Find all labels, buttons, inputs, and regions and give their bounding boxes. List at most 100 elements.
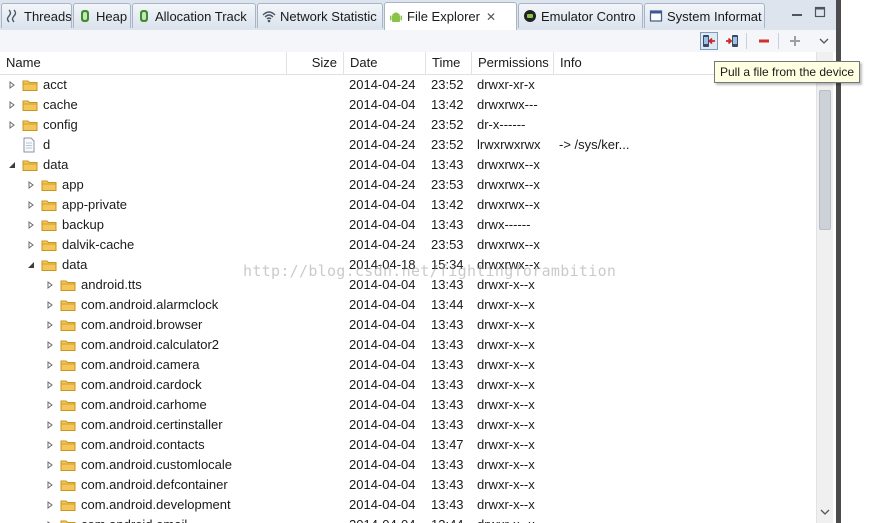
folder-row[interactable]: cache 2014-04-04 13:42 drwxrwx--- [0,95,816,115]
file-row[interactable]: d 2014-04-24 23:52 lrwxrwxrwx -> /sys/ker... [0,135,816,155]
folder-row[interactable]: app-private 2014-04-04 13:42 drwxrwx--x [0,195,816,215]
row-date: 2014-04-24 [349,177,416,192]
toolbar-separator [746,33,747,49]
new-folder-button[interactable] [786,32,804,50]
tab-file-explorer[interactable]: File Explorer ✕ [384,2,517,30]
collapsed-arrow-icon[interactable] [46,355,54,375]
tab-emulator-contro[interactable]: Emulator Contro [518,3,643,28]
push-file-icon [726,35,738,47]
collapsed-arrow-icon[interactable] [27,215,35,235]
folder-row[interactable]: com.android.development 2014-04-04 13:43 dr… [0,495,816,515]
tab-system-informat[interactable]: System Informat [644,3,765,28]
row-name: com.android.carhome [81,397,207,412]
view-menu-button[interactable] [815,32,833,50]
tab-label: System Informat [667,8,762,24]
row-permissions: drwxrwx--- [477,97,538,112]
maximize-icon[interactable] [814,6,826,18]
folder-row[interactable]: com.android.cardock 2014-04-04 13:43 drwxr-… [0,375,816,395]
tab-allocation-track[interactable]: Allocation Track [132,3,256,28]
folder-row[interactable]: com.android.email 2014-04-04 13:44 drwxr-x-… [0,515,816,523]
folder-row[interactable]: com.android.calculator2 2014-04-04 13:43 dr… [0,335,816,355]
folder-row[interactable]: data 2014-04-18 15:34 drwxrwx--x [0,255,816,275]
folder-row[interactable]: com.android.customlocale 2014-04-04 13:43 d… [0,455,816,475]
row-name: com.android.alarmclock [81,297,219,312]
folder-row[interactable]: com.android.contacts 2014-04-04 13:47 drwxr… [0,435,816,455]
close-icon[interactable]: ✕ [486,10,496,24]
row-permissions: drwxrwx--x [477,237,540,252]
row-permissions: drwxr-x--x [477,417,535,432]
column-header-time[interactable]: Time [426,52,472,74]
tab-heap[interactable]: Heap [73,3,131,28]
folder-row[interactable]: com.android.camera 2014-04-04 13:43 drwxr-x… [0,355,816,375]
minimize-icon[interactable] [791,6,803,18]
collapsed-arrow-icon[interactable] [46,455,54,475]
tab-label: Emulator Contro [541,8,636,24]
folder-row[interactable]: com.android.browser 2014-04-04 13:43 drwxr-… [0,315,816,335]
column-header-size[interactable]: Size [287,52,344,74]
collapsed-arrow-icon[interactable] [46,295,54,315]
folder-row[interactable]: com.android.alarmclock 2014-04-04 13:44 drw… [0,295,816,315]
collapsed-arrow-icon[interactable] [27,235,35,255]
scroll-down-icon[interactable] [820,507,830,517]
row-name: backup [62,217,104,232]
folder-row[interactable]: com.android.carhome 2014-04-04 13:43 drwxr-… [0,395,816,415]
row-time: 23:53 [431,237,464,252]
tab-label: Heap [96,8,128,24]
collapsed-arrow-icon[interactable] [46,475,54,495]
column-header-permissions[interactable]: Permissions [472,52,554,74]
row-permissions: drwxr-x--x [477,377,535,392]
collapsed-arrow-icon[interactable] [8,75,16,95]
push-file-button[interactable] [723,32,741,50]
folder-icon [41,255,57,275]
column-header-date[interactable]: Date [344,52,426,74]
folder-icon [60,515,76,523]
collapsed-arrow-icon[interactable] [46,335,54,355]
collapsed-arrow-icon[interactable] [46,275,54,295]
folder-row[interactable]: com.android.certinstaller 2014-04-04 13:43… [0,415,816,435]
row-time: 23:53 [431,177,464,192]
row-date: 2014-04-04 [349,477,416,492]
collapsed-arrow-icon[interactable] [46,395,54,415]
column-header-name[interactable]: Name [0,52,287,74]
collapsed-arrow-icon[interactable] [46,415,54,435]
row-time: 13:43 [431,497,464,512]
delete-button[interactable] [755,32,773,50]
folder-row[interactable]: config 2014-04-24 23:52 dr-x------ [0,115,816,135]
folder-row[interactable]: com.android.defcontainer 2014-04-04 13:43 d… [0,475,816,495]
collapsed-arrow-icon[interactable] [27,175,35,195]
folder-row[interactable]: dalvik-cache 2014-04-24 23:53 drwxrwx--x [0,235,816,255]
row-time: 13:43 [431,217,464,232]
collapsed-arrow-icon[interactable] [46,495,54,515]
folder-row[interactable]: app 2014-04-24 23:53 drwxrwx--x [0,175,816,195]
folder-icon [41,195,57,215]
pull-file-button[interactable] [700,32,718,50]
folder-icon [60,315,76,335]
tab-network-statistic[interactable]: Network Statistic [257,3,383,28]
row-permissions: drwxr-x--x [477,457,535,472]
row-date: 2014-04-24 [349,137,416,152]
row-name: com.android.email [81,515,187,523]
row-date: 2014-04-24 [349,237,416,252]
expanded-arrow-icon[interactable] [27,255,35,275]
row-time: 13:43 [431,317,464,332]
expanded-arrow-icon[interactable] [8,155,16,175]
collapsed-arrow-icon[interactable] [46,375,54,395]
folder-row[interactable]: data 2014-04-04 13:43 drwxrwx--x [0,155,816,175]
tab-threads[interactable]: Threads [1,3,72,28]
row-date: 2014-04-04 [349,357,416,372]
folder-row[interactable]: backup 2014-04-04 13:43 drwx------ [0,215,816,235]
collapsed-arrow-icon[interactable] [46,515,54,523]
collapsed-arrow-icon[interactable] [8,115,16,135]
row-time: 13:43 [431,277,464,292]
vertical-scrollbar[interactable] [816,52,833,523]
row-date: 2014-04-04 [349,217,416,232]
folder-row[interactable]: acct 2014-04-24 23:52 drwxr-xr-x [0,75,816,95]
row-info: -> /sys/ker... [559,137,630,152]
folder-row[interactable]: android.tts 2014-04-04 13:43 drwxr-x--x [0,275,816,295]
collapsed-arrow-icon[interactable] [27,195,35,215]
collapsed-arrow-icon[interactable] [46,435,54,455]
folder-icon [22,95,38,115]
scrollbar-thumb[interactable] [819,90,831,230]
collapsed-arrow-icon[interactable] [46,315,54,335]
collapsed-arrow-icon[interactable] [8,95,16,115]
